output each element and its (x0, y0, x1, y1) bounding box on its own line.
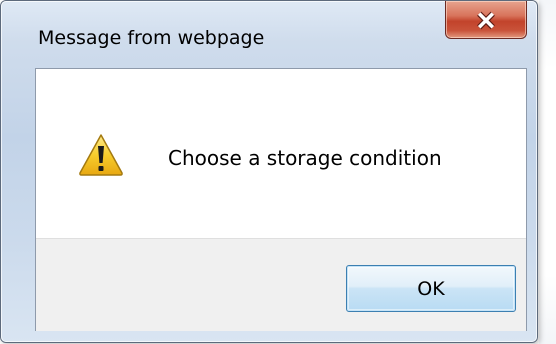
button-bar: OK (36, 238, 526, 331)
message-dialog: Message from webpage Choose a storage co… (0, 0, 538, 343)
background-page-edge (539, 0, 556, 344)
warning-icon (79, 134, 123, 176)
close-button[interactable] (445, 1, 527, 39)
message-area: Choose a storage condition (36, 69, 526, 238)
close-icon (477, 11, 495, 30)
message-text: Choose a storage condition (168, 146, 442, 170)
dialog-content: Choose a storage condition OK (35, 68, 527, 331)
dialog-title: Message from webpage (38, 27, 265, 49)
ok-button[interactable]: OK (346, 265, 516, 312)
